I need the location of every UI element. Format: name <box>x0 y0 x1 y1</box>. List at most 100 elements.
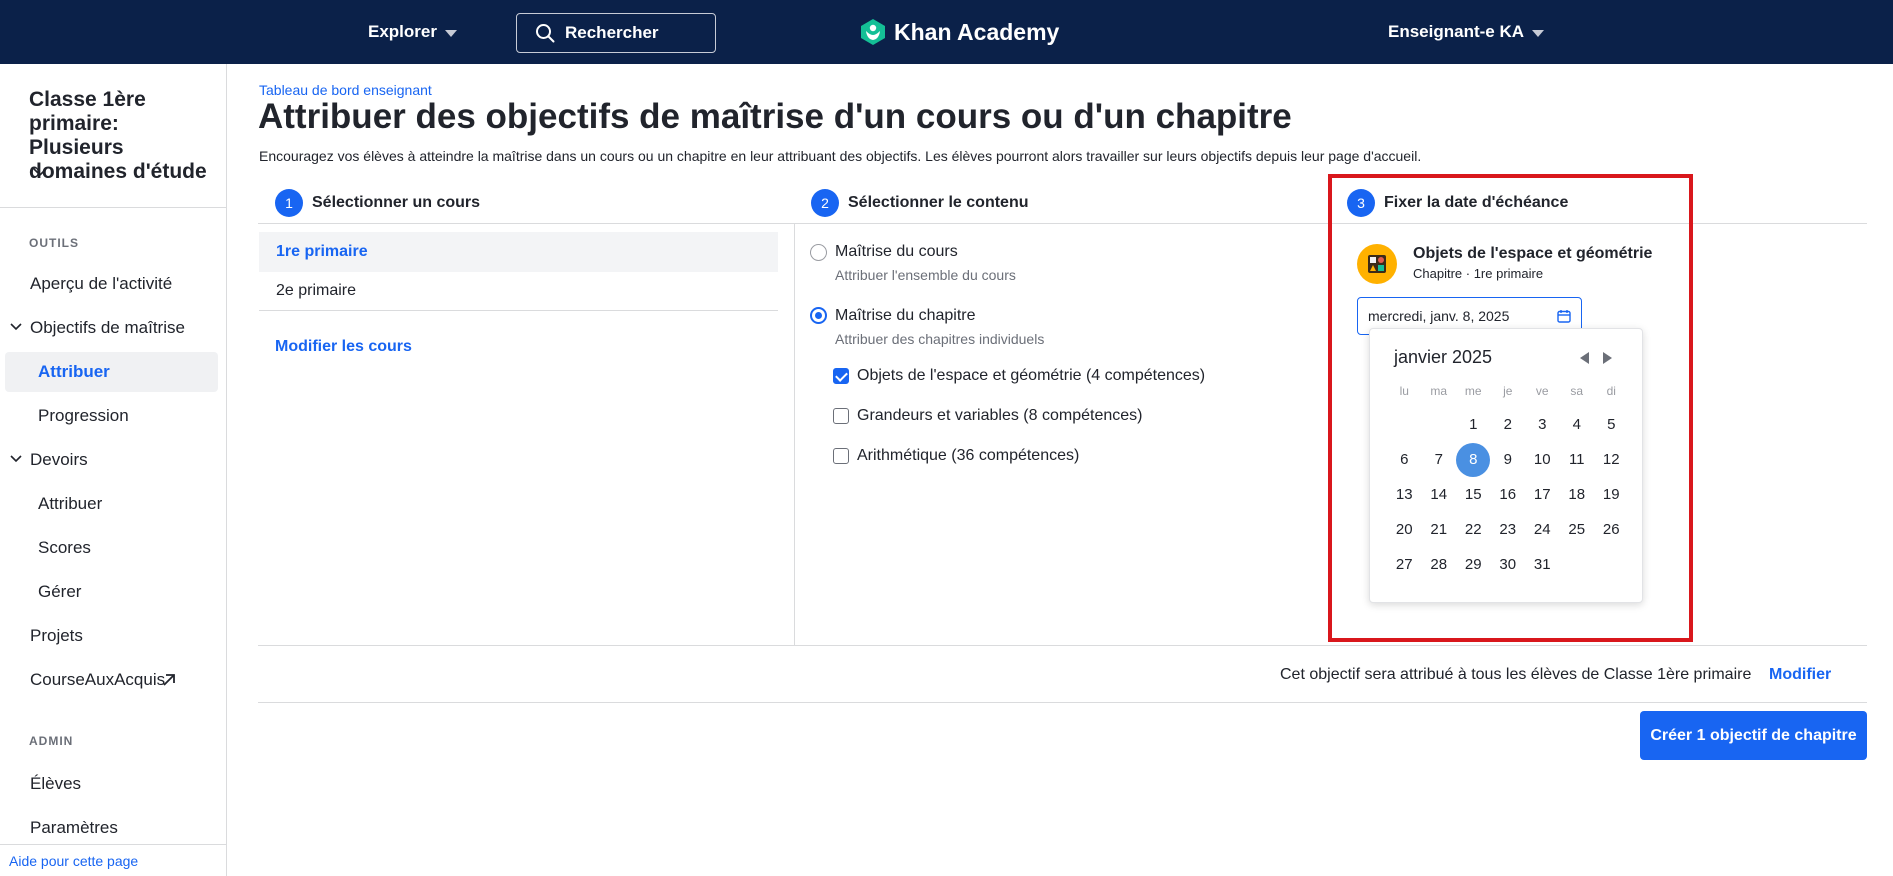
calendar-icon[interactable] <box>1557 309 1571 323</box>
calendar-day-number: 3 <box>1538 416 1547 433</box>
calendar-day[interactable]: 3 <box>1525 407 1560 442</box>
calendar-day-number: 31 <box>1533 556 1551 573</box>
sidebar-item-projects[interactable]: Projets <box>0 616 226 656</box>
calendar-month-label: janvier 2025 <box>1394 347 1493 367</box>
step-number-badge: 1 <box>275 189 303 217</box>
course-item-2e-primaire[interactable]: 2e primaire <box>259 271 778 311</box>
explore-label: Explorer <box>368 22 437 41</box>
sidebar-item-progress[interactable]: Progression <box>0 396 226 436</box>
previous-month-icon[interactable] <box>1580 352 1589 364</box>
calendar-day[interactable]: 29 <box>1456 547 1491 582</box>
user-menu[interactable]: Enseignant-e KA <box>1388 22 1545 42</box>
calendar-day[interactable]: 27 <box>1387 547 1422 582</box>
calendar-day[interactable]: 28 <box>1422 547 1457 582</box>
calendar-day[interactable]: 17 <box>1525 477 1560 512</box>
sidebar-item-assignments-assign[interactable]: Attribuer <box>0 484 226 524</box>
calendar-day[interactable]: 25 <box>1560 512 1595 547</box>
calendar-day[interactable]: 30 <box>1491 547 1526 582</box>
calendar-day[interactable]: 16 <box>1491 477 1526 512</box>
sidebar: Classe 1ère primaire: Plusieurs domaines… <box>0 64 227 876</box>
calendar-day[interactable]: 9 <box>1491 442 1526 477</box>
calendar-day-number: 15 <box>1464 486 1482 503</box>
calendar-day[interactable]: 24 <box>1525 512 1560 547</box>
calendar-day[interactable]: 5 <box>1594 407 1629 442</box>
calendar-day[interactable]: 4 <box>1560 407 1595 442</box>
sidebar-item-assignments[interactable]: Devoirs <box>0 440 226 480</box>
chapter-subtitle: Chapitre · 1re primaire <box>1413 266 1544 281</box>
calendar-day-number: 17 <box>1533 486 1551 503</box>
step-label: Sélectionner un cours <box>312 194 481 211</box>
calendar-day[interactable]: 7 <box>1422 442 1457 477</box>
search-icon <box>536 24 555 43</box>
sidebar-item-activity-overview[interactable]: Aperçu de l'activité <box>0 264 226 304</box>
calendar-day-number: 4 <box>1572 416 1581 433</box>
calendar-day[interactable]: 6 <box>1387 442 1422 477</box>
sidebar-item-settings[interactable]: Paramètres <box>0 808 226 848</box>
chapter-checkbox-label: Arithmétique (36 compétences) <box>857 447 1080 464</box>
step-number-badge: 2 <box>811 189 839 217</box>
column-divider <box>794 224 795 646</box>
weekday-label: lu <box>1399 384 1409 398</box>
khan-logo-icon <box>861 19 885 45</box>
calendar-day[interactable]: 22 <box>1456 512 1491 547</box>
calendar-day[interactable]: 19 <box>1594 477 1629 512</box>
sidebar-item-students[interactable]: Élèves <box>0 764 226 804</box>
calendar-day[interactable]: 20 <box>1387 512 1422 547</box>
next-month-icon[interactable] <box>1603 352 1612 364</box>
search-input[interactable]: Rechercher <box>516 13 716 53</box>
calendar-day[interactable]: 18 <box>1560 477 1595 512</box>
calendar-day-number: 22 <box>1464 521 1482 538</box>
weekday-label: di <box>1606 384 1616 398</box>
calendar-day[interactable]: 13 <box>1387 477 1422 512</box>
step-label: Sélectionner le contenu <box>848 194 1029 211</box>
calendar-day[interactable]: 23 <box>1491 512 1526 547</box>
sidebar-item-manage[interactable]: Gérer <box>0 572 226 612</box>
logo-text: Khan Academy <box>894 18 1060 45</box>
chapter-name: Objets de l'espace et géométrie <box>1413 245 1653 262</box>
sidebar-item-course-challenge[interactable]: CourseAuxAcquis <box>0 660 226 700</box>
calendar-day[interactable]: 10 <box>1525 442 1560 477</box>
sidebar-item-label: Scores <box>38 538 91 557</box>
course-item-1re-primaire[interactable]: 1re primaire <box>259 232 778 272</box>
course-mastery-label: Maîtrise du cours <box>835 243 958 260</box>
chapter-checkbox-label: Objets de l'espace et géométrie (4 compé… <box>857 367 1206 384</box>
modify-recipients-link[interactable]: Modifier <box>1769 666 1831 684</box>
sidebar-item-scores[interactable]: Scores <box>0 528 226 568</box>
calendar-day-number: 26 <box>1602 521 1620 538</box>
sidebar-item-label: Paramètres <box>30 818 118 837</box>
sidebar-item-label: Projets <box>30 626 83 645</box>
explore-menu[interactable]: Explorer <box>368 22 457 42</box>
chapter-mastery-radio[interactable] <box>810 307 827 324</box>
chapter-checkbox-measurement[interactable] <box>833 408 849 424</box>
calendar-day[interactable]: 1 <box>1456 407 1491 442</box>
help-link[interactable]: Aide pour cette page <box>9 853 138 869</box>
calendar-day[interactable]: 12 <box>1594 442 1629 477</box>
calendar-day[interactable]: 21 <box>1422 512 1457 547</box>
calendar-day[interactable]: 14 <box>1422 477 1457 512</box>
weekday-label: sa <box>1570 384 1584 398</box>
chapter-checkbox-arithmetic[interactable] <box>833 448 849 464</box>
calendar-day-number: 9 <box>1503 451 1512 468</box>
chapter-checkbox-label: Grandeurs et variables (8 compétences) <box>857 407 1143 424</box>
chapter-mastery-label: Maîtrise du chapitre <box>835 307 976 324</box>
create-goal-button[interactable]: Créer 1 objectif de chapitre <box>1640 711 1867 760</box>
top-navigation: Explorer Rechercher Khan Academy Enseign… <box>0 0 1893 64</box>
calendar-day-number: 1 <box>1469 416 1478 433</box>
shapes-icon <box>1368 255 1386 273</box>
calendar-day[interactable]: 11 <box>1560 442 1595 477</box>
sidebar-item-mastery-goals[interactable]: Objectifs de maîtrise <box>0 308 226 348</box>
chapter-checkbox-geometry[interactable] <box>833 368 849 384</box>
calendar-day[interactable]: 15 <box>1456 477 1491 512</box>
chevron-down-icon[interactable] <box>32 164 48 180</box>
breadcrumb[interactable]: Tableau de bord enseignant <box>259 82 432 98</box>
calendar-day[interactable]: 31 <box>1525 547 1560 582</box>
sidebar-item-mastery-assign[interactable]: Attribuer <box>5 352 218 392</box>
modify-courses-link[interactable]: Modifier les cours <box>275 338 412 356</box>
calendar-day[interactable]: 2 <box>1491 407 1526 442</box>
course-mastery-radio[interactable] <box>810 244 827 261</box>
calendar-day[interactable]: 26 <box>1594 512 1629 547</box>
calendar-day-selected[interactable]: 8 <box>1456 442 1491 477</box>
create-goal-label: Créer 1 objectif de chapitre <box>1650 726 1857 744</box>
calendar-day-number: 10 <box>1533 451 1551 468</box>
khan-academy-logo[interactable]: Khan Academy <box>860 18 1059 46</box>
